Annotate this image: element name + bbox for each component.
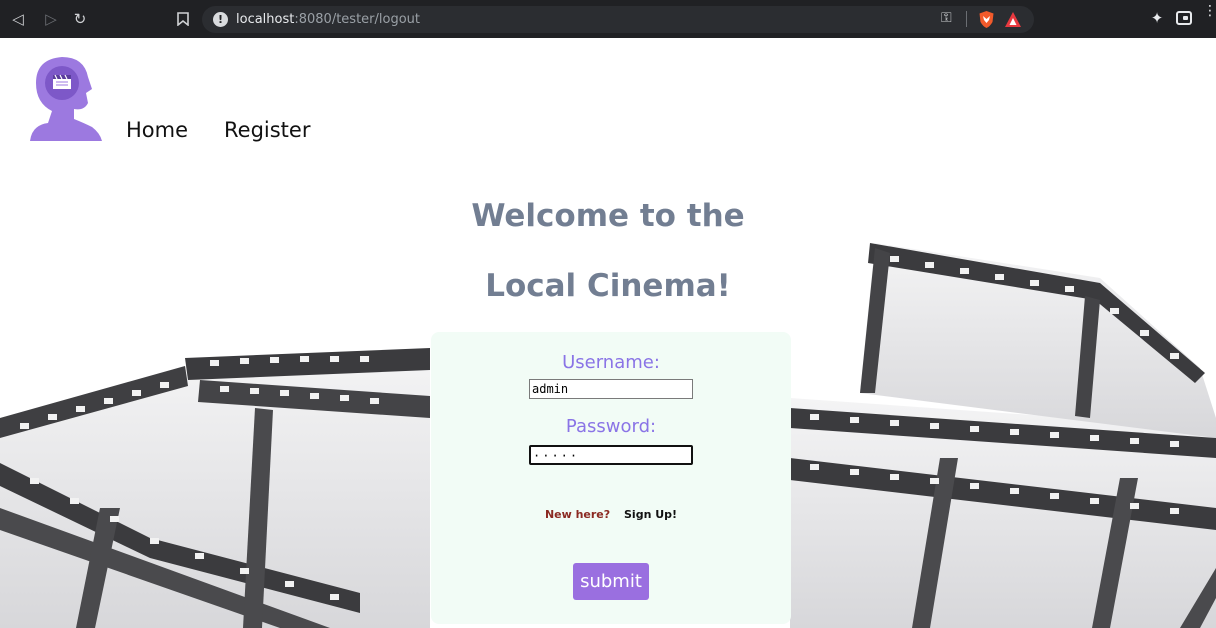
nav-register-link[interactable]: Register [224,118,310,142]
new-here-text: New here? [544,508,611,521]
wallet-icon[interactable] [1176,11,1192,25]
site-info-icon[interactable]: ! [213,12,228,27]
brave-shield-icon[interactable] [978,10,995,29]
address-bar[interactable]: ! localhost:8080/tester/logout ⚿ [202,6,1034,33]
key-icon[interactable]: ⚿ [941,10,952,26]
bookmark-icon[interactable] [173,9,193,29]
password-input[interactable]: ····· [529,445,693,465]
site-logo[interactable] [22,53,108,141]
submit-button[interactable]: submit [573,563,649,600]
nav-home-link[interactable]: Home [126,118,188,142]
extensions-icon[interactable]: ✦ [1148,9,1166,27]
url-divider [966,11,967,27]
reload-icon[interactable]: ↻ [70,9,90,29]
signup-row: New here? Sign Up! [431,508,791,521]
film-strip-left [0,348,430,628]
address-url[interactable]: localhost:8080/tester/logout [236,11,420,28]
url-host: localhost [236,12,295,27]
welcome-heading-line-2: Local Cinema! [485,268,731,304]
url-path: :8080/tester/logout [294,12,420,27]
username-label: Username: [562,352,660,373]
login-form: Username: admin Password: ····· New here… [431,332,791,624]
menu-icon[interactable]: ⋮ [1203,4,1216,18]
welcome-heading-line-1: Welcome to the [471,198,745,234]
password-label: Password: [565,416,657,437]
brave-rewards-icon[interactable] [1004,11,1022,28]
forward-icon[interactable]: ▷ [41,9,61,29]
sign-up-link[interactable]: Sign Up! [624,508,677,521]
username-input[interactable]: admin [529,379,693,399]
back-icon[interactable]: ◁ [8,9,28,29]
page-content: Home Register Welcome to the Local Cinem… [0,38,1216,628]
browser-toolbar: ◁ ▷ ↻ ! localhost:8080/tester/logout ⚿ ✦… [0,0,1216,38]
